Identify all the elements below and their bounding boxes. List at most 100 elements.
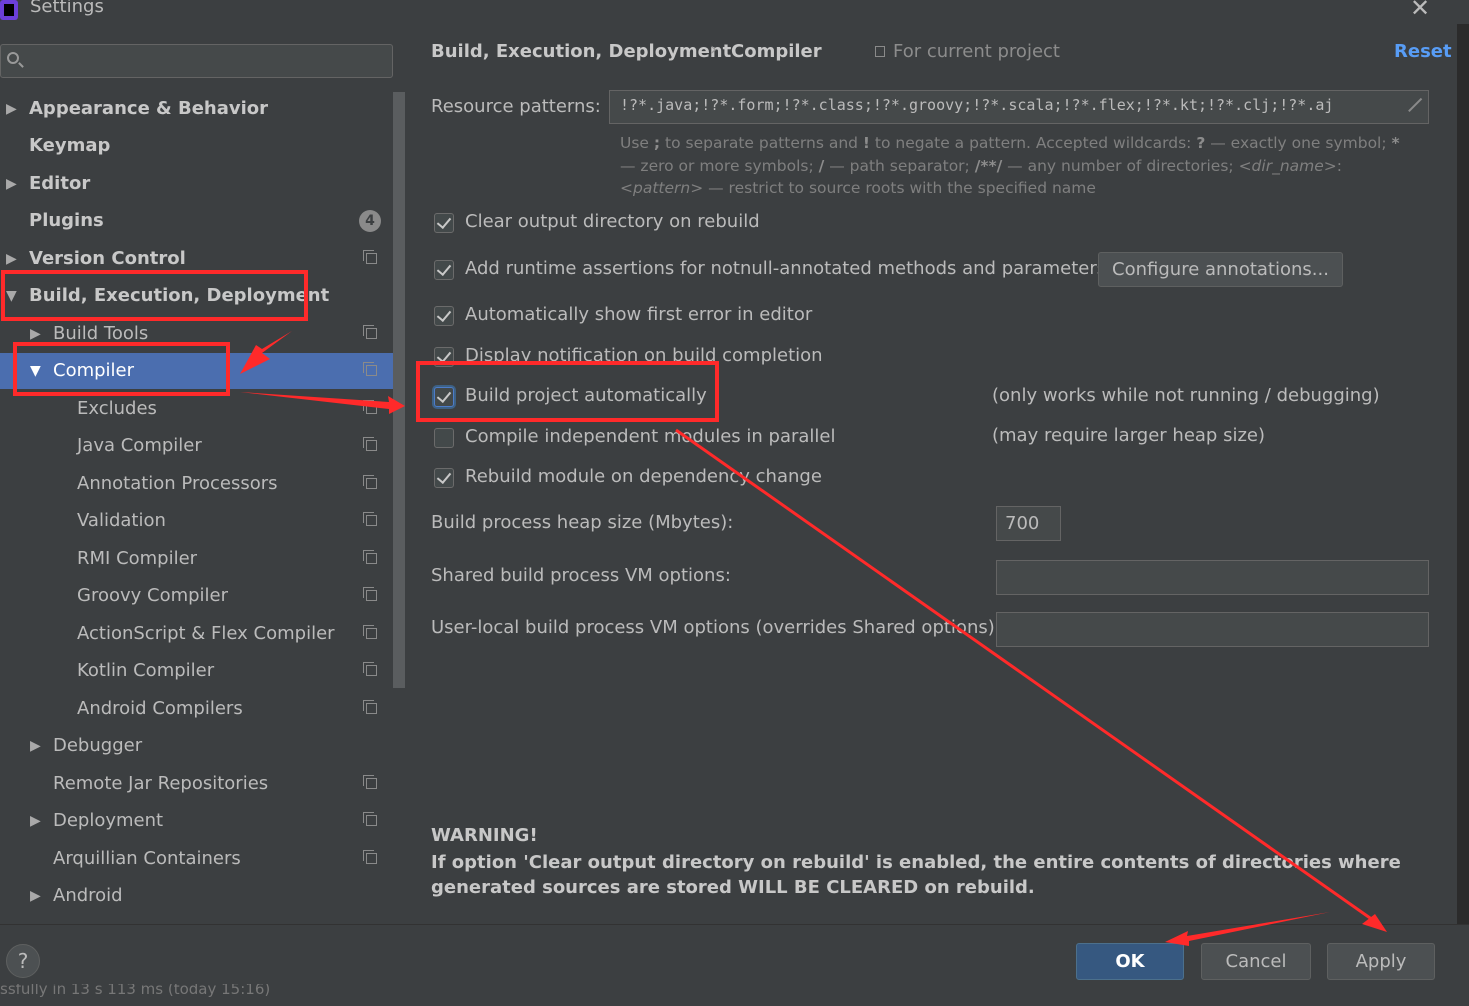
sidebar-item-label: Android Compilers: [77, 698, 243, 719]
resource-patterns-value: !?*.java;!?*.form;!?*.class;!?*.groovy;!…: [620, 96, 1334, 114]
dialog-footer: ? OK Cancel Apply: [0, 924, 1469, 985]
sidebar-item-editor[interactable]: ▶ Editor: [0, 166, 398, 202]
sidebar-item-annotation-processors[interactable]: Annotation Processors: [0, 466, 398, 502]
user-vm-options-label: User-local build process VM options (ove…: [431, 617, 1001, 638]
help-button[interactable]: ?: [6, 944, 40, 978]
project-scope-icon: [363, 437, 377, 451]
option-label: Display notification on build completion: [465, 345, 823, 366]
sidebar-item-label: Groovy Compiler: [77, 585, 229, 606]
resource-patterns-help: Use ; to separate patterns and ! to nega…: [620, 134, 1400, 197]
project-scope-icon: [363, 550, 377, 564]
status-text: ssfully in 13 s 113 ms (today 15:16): [0, 984, 271, 998]
configure-annotations-button[interactable]: Configure annotations...: [1098, 252, 1343, 287]
intellij-logo-icon: [0, 0, 18, 20]
sidebar-item-android-compilers[interactable]: Android Compilers: [0, 691, 398, 727]
expand-arrow-icon[interactable]: ▶: [30, 728, 41, 764]
cancel-button[interactable]: Cancel: [1201, 943, 1311, 980]
shared-vm-options-input[interactable]: [996, 560, 1429, 595]
sidebar-item-keymap[interactable]: Keymap: [0, 128, 398, 164]
updates-badge: 4: [359, 210, 381, 232]
sidebar-item-validation[interactable]: Validation: [0, 503, 398, 539]
sidebar-item-label: Compiler: [53, 360, 135, 381]
sidebar-item-version-control[interactable]: ▶ Version Control: [0, 241, 398, 277]
checkbox[interactable]: [434, 306, 454, 326]
expand-field-icon[interactable]: [1406, 98, 1420, 112]
sidebar-item-label: Editor: [29, 173, 91, 194]
sidebar-item-java-compiler[interactable]: Java Compiler: [0, 428, 398, 464]
checkbox[interactable]: [434, 213, 454, 233]
checkbox[interactable]: [434, 260, 454, 280]
sidebar-item-excludes[interactable]: Excludes: [0, 391, 398, 427]
sidebar-item-label: Validation: [77, 510, 166, 531]
sidebar-item-label: Annotation Processors: [77, 473, 278, 494]
sidebar-item-label: Kotlin Compiler: [77, 660, 215, 681]
sidebar-item-rmi-compiler[interactable]: RMI Compiler: [0, 541, 398, 577]
sidebar-item-appearance-behavior[interactable]: ▶ Appearance & Behavior: [0, 91, 398, 127]
breadcrumb-separator: ›: [710, 39, 718, 60]
sidebar-item-label: Appearance & Behavior: [29, 98, 269, 119]
sidebar-item-compiler[interactable]: ▼ Compiler: [0, 353, 398, 389]
option-label: Compile independent modules in parallel: [465, 426, 836, 447]
project-scope-icon: [363, 700, 377, 714]
expand-arrow-icon[interactable]: ▶: [6, 166, 17, 202]
project-scope-icon: [363, 625, 377, 639]
checkbox[interactable]: [434, 347, 454, 367]
compiler-settings-panel: Build, Execution, Deployment › Compiler …: [405, 24, 1457, 924]
sidebar-item-arquillian-containers[interactable]: Arquillian Containers: [0, 841, 398, 877]
close-icon[interactable]: ✕: [1410, 0, 1430, 22]
resource-patterns-input[interactable]: !?*.java;!?*.form;!?*.class;!?*.groovy;!…: [609, 90, 1429, 124]
sidebar-item-label: ActionScript & Flex Compiler: [77, 623, 335, 644]
scope-label: For current project: [893, 41, 1060, 62]
project-scope-icon: [363, 662, 377, 676]
collapse-arrow-icon[interactable]: ▼: [6, 278, 17, 314]
collapse-arrow-icon[interactable]: ▼: [30, 353, 41, 389]
sidebar-item-build-tools[interactable]: ▶ Build Tools: [0, 316, 398, 352]
sidebar-item-label: Android: [53, 885, 123, 906]
project-scope-icon: [363, 250, 377, 264]
expand-arrow-icon[interactable]: ▶: [30, 316, 41, 352]
background-window-edge: [1457, 24, 1469, 924]
expand-arrow-icon[interactable]: ▶: [6, 91, 17, 127]
option-label: Clear output directory on rebuild: [465, 211, 760, 232]
sidebar-item-label: Deployment: [53, 810, 164, 831]
expand-arrow-icon[interactable]: ▶: [30, 878, 41, 914]
sidebar-item-label: Version Control: [29, 248, 186, 269]
checkbox[interactable]: [434, 428, 454, 448]
sidebar-item-remote-jar-repositories[interactable]: Remote Jar Repositories: [0, 766, 398, 802]
project-scope-icon: [363, 400, 377, 414]
page-title: Compiler: [731, 41, 822, 62]
sidebar-item-deployment[interactable]: ▶ Deployment: [0, 803, 398, 839]
sidebar-item-build-execution-deployment[interactable]: ▼ Build, Execution, Deployment: [0, 278, 398, 314]
search-input[interactable]: [0, 44, 393, 78]
title-bar: Settings ✕: [0, 0, 1469, 24]
heap-size-input[interactable]: 700: [996, 506, 1061, 541]
sidebar-item-android[interactable]: ▶ Android: [0, 878, 398, 914]
sidebar-item-plugins[interactable]: Plugins 4: [0, 203, 398, 239]
sidebar-scrollbar[interactable]: [393, 92, 405, 688]
project-scope-icon: [363, 325, 377, 339]
expand-arrow-icon[interactable]: ▶: [30, 803, 41, 839]
sidebar-item-debugger[interactable]: ▶ Debugger: [0, 728, 398, 764]
sidebar-item-label: Remote Jar Repositories: [53, 773, 269, 794]
settings-sidebar: ▶ Appearance & Behavior Keymap ▶ Editor …: [0, 24, 405, 924]
option-label: Automatically show first error in editor: [465, 304, 813, 325]
project-scope-icon: [363, 775, 377, 789]
sidebar-item-label: RMI Compiler: [77, 548, 198, 569]
ok-button[interactable]: OK: [1076, 943, 1184, 980]
sidebar-item-groovy-compiler[interactable]: Groovy Compiler: [0, 578, 398, 614]
checkbox[interactable]: [434, 468, 454, 488]
sidebar-item-actionscript-flex-compiler[interactable]: ActionScript & Flex Compiler: [0, 616, 398, 652]
apply-button[interactable]: Apply: [1327, 943, 1435, 980]
sidebar-item-label: Java Compiler: [77, 435, 202, 456]
shared-vm-options-label: Shared build process VM options:: [431, 565, 731, 586]
option-note: (only works while not running / debuggin…: [992, 385, 1380, 406]
reset-link[interactable]: Reset: [1394, 41, 1452, 62]
sidebar-item-label: Excludes: [77, 398, 157, 419]
expand-arrow-icon[interactable]: ▶: [6, 241, 17, 277]
user-vm-options-input[interactable]: [996, 612, 1429, 647]
breadcrumb[interactable]: Build, Execution, Deployment: [431, 41, 731, 62]
sidebar-item-kotlin-compiler[interactable]: Kotlin Compiler: [0, 653, 398, 689]
checkbox[interactable]: [434, 387, 454, 407]
project-scope-icon: [363, 850, 377, 864]
sidebar-item-label: Arquillian Containers: [53, 848, 241, 869]
